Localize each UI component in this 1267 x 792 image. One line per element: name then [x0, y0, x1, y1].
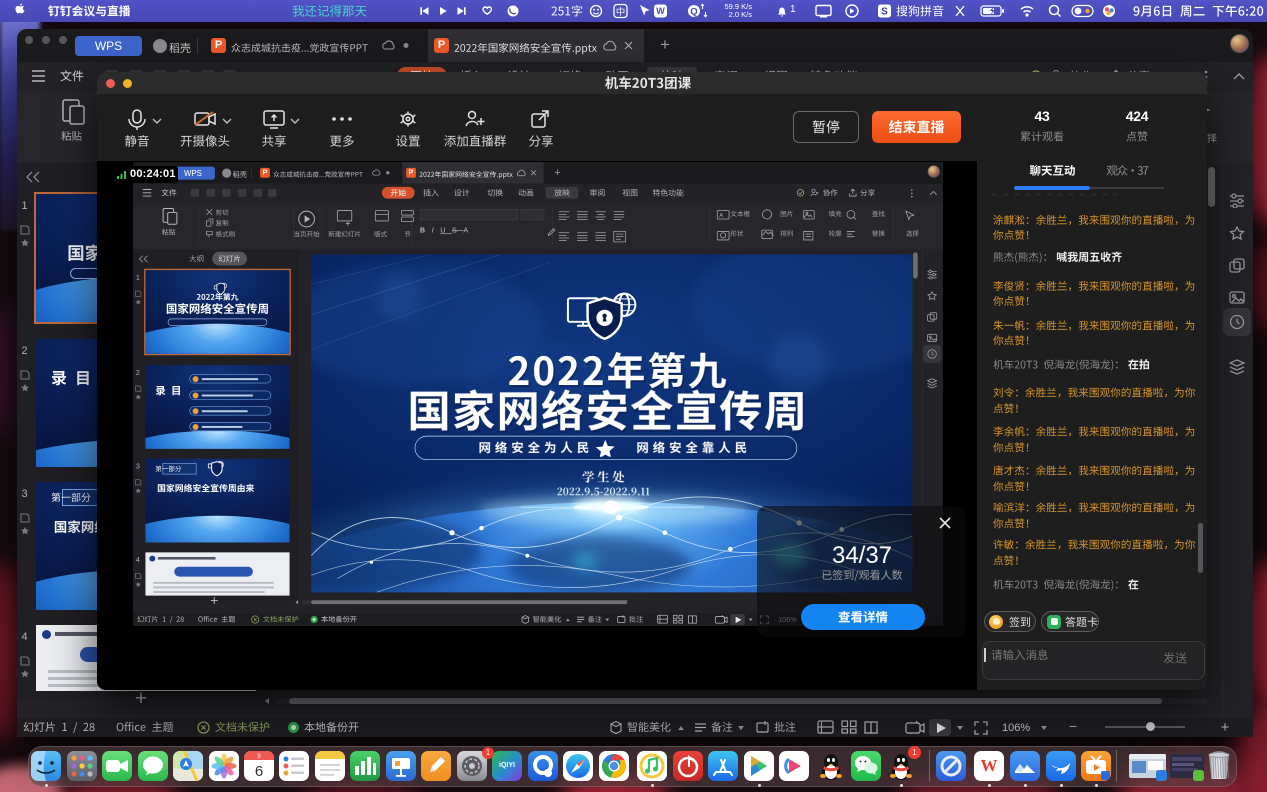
- svg-text:A: A: [719, 213, 723, 219]
- svg-text:Q: Q: [690, 6, 697, 17]
- svg-text:S: S: [881, 6, 888, 17]
- svg-text:W: W: [656, 6, 665, 16]
- svg-text:6: 6: [255, 763, 263, 780]
